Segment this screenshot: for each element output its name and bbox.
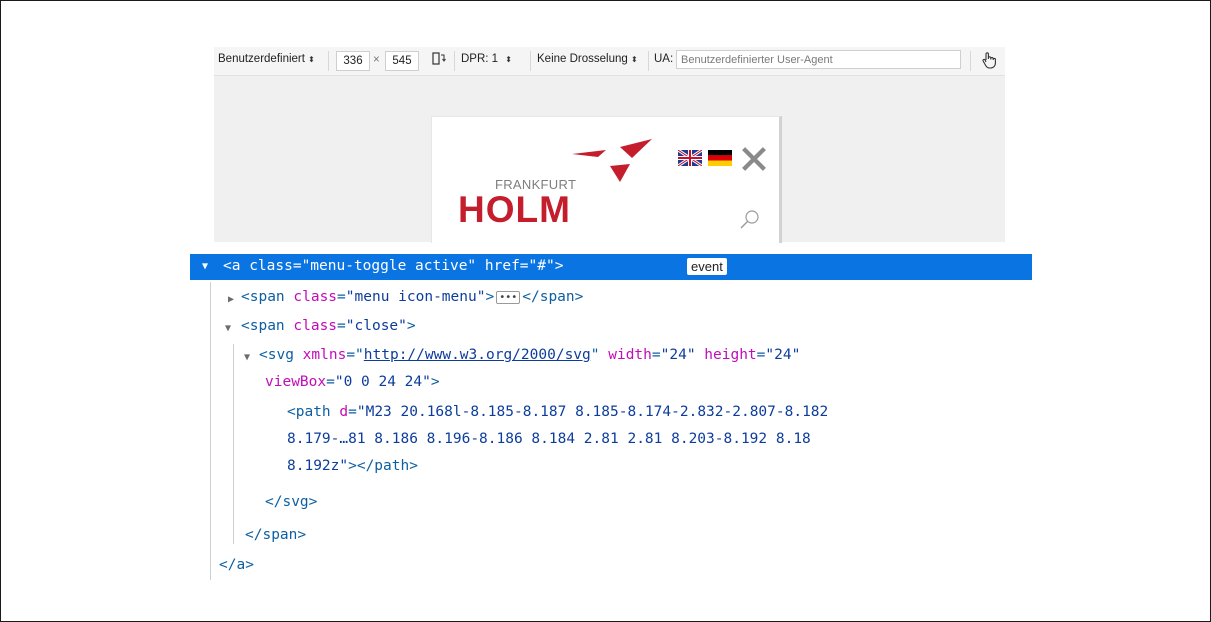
node-svg-continued[interactable]: viewBox="0 0 24 24"> [265, 374, 440, 390]
width-input[interactable]: 336 [336, 51, 370, 71]
times-sign: × [373, 54, 380, 66]
node-span-close-end[interactable]: </span> [245, 527, 306, 543]
collapsed-twisty-icon[interactable]: ▶ [228, 294, 234, 305]
separator [648, 51, 649, 71]
logo-title: HOLM [458, 189, 571, 230]
event-badge[interactable]: event [687, 258, 727, 275]
rotate-button[interactable] [430, 51, 446, 70]
inspector-markup-view: ▼ <a class="menu-toggle active" href="#"… [190, 254, 1032, 584]
collapsed-content-icon[interactable]: ••• [496, 290, 521, 304]
select-arrow-icon: ⬍ [308, 55, 315, 64]
separator [328, 51, 329, 71]
selected-node-text: <a class="menu-toggle active" href="#"> [223, 258, 564, 274]
responsive-toolbar: Benutzerdefiniert ⬍ 336 × 545 DPR: 1 ⬍ K… [214, 47, 1005, 76]
selected-node-row[interactable]: ▼ <a class="menu-toggle active" href="#"… [190, 254, 1032, 280]
touch-simulation-button[interactable] [981, 51, 997, 72]
separator [454, 51, 455, 71]
node-svg[interactable]: <svg xmlns="http://www.w3.org/2000/svg" … [259, 347, 800, 363]
select-arrow-icon: ⬍ [630, 55, 638, 64]
device-select-label: Benutzerdefiniert [218, 53, 305, 65]
close-icon[interactable] [741, 146, 767, 172]
select-arrow-icon: ⬍ [505, 55, 512, 64]
german-flag-icon[interactable] [708, 150, 732, 166]
node-path-continued[interactable]: 8.192z"></path> [287, 458, 418, 474]
node-path[interactable]: <path d="M23 20.168l-8.185-8.187 8.185-8… [287, 404, 828, 420]
separator [530, 51, 531, 71]
logo-arrows-icon [572, 139, 652, 182]
rotate-icon [432, 52, 446, 65]
dpr-label: DPR: 1 [461, 53, 499, 65]
dpr-select[interactable]: DPR: 1 ⬍ [461, 53, 512, 65]
expanded-twisty-icon[interactable]: ▼ [244, 352, 250, 363]
separator [970, 51, 971, 71]
node-path-continued[interactable]: 8.179-…81 8.186 8.196-8.186 8.184 2.81 2… [287, 431, 811, 447]
indent-guide [233, 344, 234, 544]
expanded-twisty-icon[interactable]: ▼ [202, 261, 208, 272]
throttle-select[interactable]: Keine Drosselung ⬍ [537, 53, 638, 65]
throttle-label: Keine Drosselung [537, 53, 628, 65]
hand-pointer-icon [982, 52, 996, 69]
indent-guide [210, 282, 211, 580]
search-icon[interactable] [738, 208, 762, 232]
height-input[interactable]: 545 [385, 51, 419, 71]
node-a-close[interactable]: </a> [219, 557, 254, 573]
node-span-menu[interactable]: <span class="menu icon-menu"> ••• </span> [241, 289, 583, 305]
expanded-twisty-icon[interactable]: ▼ [225, 323, 231, 334]
device-select[interactable]: Benutzerdefiniert ⬍ [218, 53, 315, 65]
uk-flag-icon[interactable] [678, 150, 702, 166]
ua-label: UA: [654, 53, 674, 65]
user-agent-input[interactable]: Benutzerdefinierter User-Agent [676, 50, 961, 69]
node-svg-close[interactable]: </svg> [265, 494, 317, 510]
node-span-close[interactable]: <span class="close"> [241, 318, 416, 334]
